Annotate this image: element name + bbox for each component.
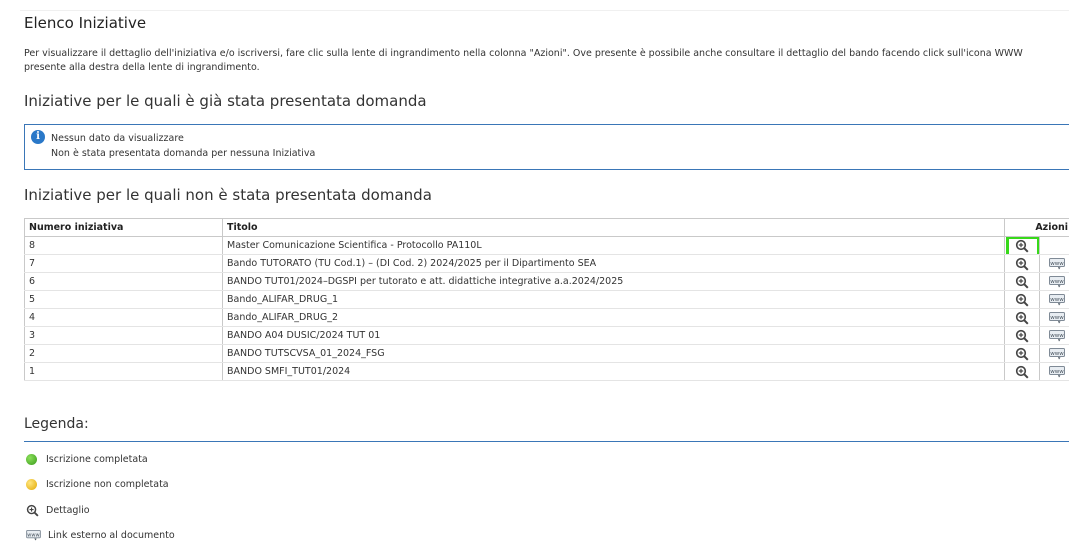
table-header-row: Numero iniziativa Titolo Azioni — [24, 218, 1069, 237]
page-title: Elenco Iniziative — [24, 14, 147, 32]
www-icon[interactable]: www — [1049, 311, 1065, 323]
cell-detail-action — [1004, 344, 1040, 363]
magnifier-icon[interactable] — [1015, 257, 1029, 271]
legend-divider — [24, 441, 1069, 442]
magnifier-icon[interactable] — [1015, 365, 1029, 379]
cell-external-link-action: www — [1039, 272, 1069, 291]
cell-titolo: Master Comunicazione Scientifica - Proto… — [222, 236, 1005, 255]
cell-numero: 6 — [24, 272, 223, 291]
magnifier-icon[interactable] — [1015, 293, 1029, 307]
cell-external-link-action — [1039, 236, 1069, 255]
magnifier-icon[interactable] — [1015, 275, 1029, 289]
info-icon: i — [31, 130, 45, 144]
table-row: 7 Bando TUTORATO (TU Cod.1) – (DI Cod. 2)… — [24, 254, 1069, 273]
cell-detail-action — [1004, 236, 1040, 255]
cell-numero: 5 — [24, 290, 223, 309]
table-row: 6 BANDO TUT01/2024–DGSPI per tutorato e a… — [24, 272, 1069, 291]
legend-label: Iscrizione completata — [46, 453, 148, 465]
svg-text:www: www — [1050, 297, 1064, 303]
magnifier-icon[interactable] — [1015, 347, 1029, 361]
svg-text:www: www — [1050, 315, 1064, 321]
info-box: i Nessun dato da visualizzare Non è stat… — [24, 124, 1069, 170]
table-row: 3 BANDO A04 DUSIC/2024 TUT 01 www — [24, 326, 1069, 345]
legend-item-external-link: www Link esterno al documento — [26, 527, 175, 543]
cell-external-link-action: www — [1039, 290, 1069, 309]
cell-external-link-action: www — [1039, 344, 1069, 363]
cell-numero: 7 — [24, 254, 223, 273]
magnifier-icon[interactable] — [1015, 239, 1029, 253]
page: Elenco Iniziative Per visualizzare il de… — [0, 0, 1069, 549]
cell-external-link-action: www — [1039, 254, 1069, 273]
legend-label: Link esterno al documento — [48, 529, 175, 541]
table-row: 5 Bando_ALIFAR_DRUG_1 www — [24, 290, 1069, 309]
svg-text:www: www — [1050, 369, 1064, 375]
intro-line-1: Per visualizzare il dettaglio dell'inizi… — [24, 48, 1023, 59]
cell-detail-action — [1004, 362, 1040, 381]
cell-external-link-action: www — [1039, 362, 1069, 381]
info-title: Nessun dato da visualizzare — [51, 133, 184, 144]
intro-line-2: presente alla destra della lente di ingr… — [24, 62, 260, 73]
cell-numero: 1 — [24, 362, 223, 381]
column-header-titolo: Titolo — [222, 218, 1005, 237]
cell-titolo: BANDO SMFI_TUT01/2024 — [222, 362, 1005, 381]
legend-title: Legenda: — [24, 416, 89, 432]
www-icon: www — [26, 529, 41, 541]
cell-titolo: Bando TUTORATO (TU Cod.1) – (DI Cod. 2) … — [222, 254, 1005, 273]
svg-text:www: www — [1050, 261, 1064, 267]
cell-numero: 3 — [24, 326, 223, 345]
magnifier-icon[interactable] — [1015, 329, 1029, 343]
heading-presented: Iniziative per le quali è già stata pres… — [24, 92, 427, 110]
www-icon[interactable]: www — [1049, 347, 1065, 359]
intro-text: Per visualizzare il dettaglio dell'inizi… — [24, 47, 1064, 75]
cell-titolo: BANDO TUT01/2024–DGSPI per tutorato e at… — [222, 272, 1005, 291]
cell-detail-action — [1004, 272, 1040, 291]
cell-external-link-action: www — [1039, 308, 1069, 327]
cell-detail-action — [1004, 326, 1040, 345]
legend-label: Dettaglio — [46, 504, 90, 516]
top-divider — [20, 10, 1069, 11]
www-icon[interactable]: www — [1049, 293, 1065, 305]
legend-item-detail: Dettaglio — [26, 502, 90, 518]
cell-titolo: BANDO A04 DUSIC/2024 TUT 01 — [222, 326, 1005, 345]
cell-titolo: BANDO TUTSCVSA_01_2024_FSG — [222, 344, 1005, 363]
info-text: Non è stata presentata domanda per nessu… — [51, 148, 316, 159]
cell-numero: 8 — [24, 236, 223, 255]
magnifier-icon[interactable] — [1015, 311, 1029, 325]
svg-text:www: www — [1050, 351, 1064, 357]
cell-numero: 2 — [24, 344, 223, 363]
column-header-azioni: Azioni — [1004, 218, 1069, 237]
svg-text:www: www — [27, 532, 39, 538]
initiatives-table: Numero iniziativa Titolo Azioni 8 Master … — [24, 218, 1069, 381]
column-header-numero: Numero iniziativa — [24, 218, 223, 237]
cell-detail-action — [1004, 290, 1040, 309]
table-row: 2 BANDO TUTSCVSA_01_2024_FSG www — [24, 344, 1069, 363]
table-row: 4 Bando_ALIFAR_DRUG_2 www — [24, 308, 1069, 327]
table-body: 8 Master Comunicazione Scientifica - Prot… — [24, 236, 1069, 381]
legend-item-completed: Iscrizione completata — [26, 451, 148, 467]
magnifier-icon — [26, 504, 39, 517]
svg-text:www: www — [1050, 279, 1064, 285]
heading-not-presented: Iniziative per le quali non è stata pres… — [24, 186, 432, 204]
cell-detail-action — [1004, 308, 1040, 327]
www-icon[interactable]: www — [1049, 365, 1065, 377]
cell-titolo: Bando_ALIFAR_DRUG_1 — [222, 290, 1005, 309]
table-row: 8 Master Comunicazione Scientifica - Prot… — [24, 236, 1069, 255]
www-icon[interactable]: www — [1049, 329, 1065, 341]
cell-titolo: Bando_ALIFAR_DRUG_2 — [222, 308, 1005, 327]
table-row: 1 BANDO SMFI_TUT01/2024 www — [24, 362, 1069, 381]
cell-detail-action — [1004, 254, 1040, 273]
yellow-dot-icon — [26, 478, 37, 490]
www-icon[interactable]: www — [1049, 257, 1065, 269]
cell-external-link-action: www — [1039, 326, 1069, 345]
svg-text:www: www — [1050, 333, 1064, 339]
legend-label: Iscrizione non completata — [46, 478, 169, 490]
green-dot-icon — [26, 453, 37, 465]
cell-numero: 4 — [24, 308, 223, 327]
legend-item-not-completed: Iscrizione non completata — [26, 476, 169, 492]
www-icon[interactable]: www — [1049, 275, 1065, 287]
